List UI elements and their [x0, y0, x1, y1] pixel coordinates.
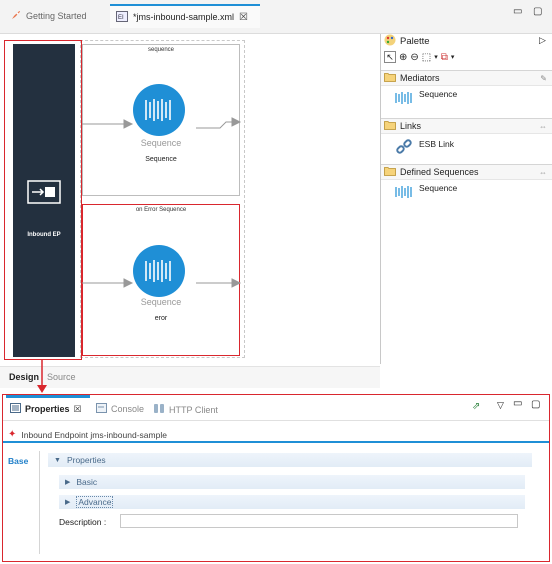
properties-title-text: Inbound Endpoint jms-inbound-sample	[21, 429, 167, 440]
section-label: Advance	[76, 496, 114, 508]
dropdown-icon[interactable]: ▾	[434, 53, 438, 61]
group-label: Properties	[66, 455, 106, 465]
section-label: Links	[400, 121, 422, 131]
zoom-out-icon[interactable]: ⊖	[410, 52, 418, 63]
section-advance[interactable]: ▶ Advance	[59, 495, 525, 509]
tab-label: HTTP Client	[169, 404, 218, 415]
maximize-icon[interactable]: ▢	[533, 6, 542, 17]
properties-group-header[interactable]: ▼ Properties	[48, 453, 532, 467]
tab-properties[interactable]: Properties ☒	[10, 403, 82, 415]
side-tab-base[interactable]: Base	[8, 456, 28, 466]
rocket-icon	[10, 10, 21, 23]
section-basic[interactable]: ▶ Basic	[59, 475, 525, 489]
item-label: Sequence	[419, 89, 458, 99]
dropdown-icon[interactable]: ▾	[451, 53, 455, 61]
tab-console[interactable]: Console	[96, 403, 144, 415]
palette-toolbar: ↖ ⊕ ⊖ ⬚ ▾ ⧉ ▾	[384, 51, 454, 63]
tab-http-client[interactable]: HTTP Client	[153, 403, 218, 416]
tab-label: Getting Started	[26, 11, 87, 21]
sequence-icon	[395, 186, 413, 200]
sequence-box-title: sequence	[147, 47, 175, 53]
inbound-endpoint-icon	[27, 180, 61, 204]
select-tool-icon[interactable]: ↖	[384, 51, 396, 63]
chevron-right-icon: ▶	[65, 499, 71, 506]
collapse-icon[interactable]: ⇔	[539, 122, 547, 131]
tab-label: *jms-inbound-sample.xml	[133, 12, 235, 22]
title-separator	[2, 441, 550, 443]
inbound-endpoint-label: Inbound EP	[27, 232, 61, 238]
section-label: Basic	[76, 477, 98, 487]
tab-label: Properties	[25, 404, 70, 414]
description-field[interactable]	[120, 514, 518, 528]
item-label: ESB Link	[419, 139, 454, 149]
tab-getting-started[interactable]: Getting Started	[4, 4, 93, 28]
maximize-icon[interactable]: ▢	[531, 399, 540, 410]
palette-section-mediators[interactable]: Mediators ✎	[381, 70, 552, 86]
palette-section-links[interactable]: Links ⇔	[381, 118, 552, 134]
connection-icon[interactable]: ⧉	[441, 52, 448, 63]
close-icon[interactable]: ☒	[239, 12, 248, 23]
minimize-icon[interactable]: ▭	[513, 6, 522, 17]
view-menu-icon[interactable]: ▽	[497, 400, 504, 411]
palette-icon	[384, 34, 396, 49]
chevron-down-icon: ▼	[54, 456, 61, 464]
folder-icon	[384, 120, 396, 132]
flow-arrows	[82, 117, 242, 288]
palette-title: Palette	[400, 36, 430, 47]
highlight-connector-arrow	[37, 359, 47, 393]
marquee-icon[interactable]: ⬚	[422, 52, 431, 63]
item-label: Sequence	[419, 183, 458, 193]
active-tab-indicator	[6, 395, 90, 398]
pin-icon[interactable]: ✎	[540, 74, 547, 83]
chevron-right-icon: ▶	[65, 479, 71, 486]
description-label: Description :	[59, 517, 107, 527]
console-icon	[96, 403, 107, 415]
properties-icon	[10, 403, 21, 415]
minimize-icon[interactable]: ▭	[513, 398, 522, 409]
properties-title: ✦ Inbound Endpoint jms-inbound-sample	[8, 429, 167, 440]
palette-item-esb-link[interactable]: ESB Link	[395, 138, 454, 158]
inbound-endpoint[interactable]: Inbound EP	[13, 44, 75, 357]
palette-panel: Palette ▷ ↖ ⊕ ⊖ ⬚ ▾ ⧉ ▾ Mediators ✎ Sequ…	[380, 34, 552, 364]
section-label: Defined Sequences	[400, 167, 479, 177]
error-sequence-name: eror	[154, 315, 168, 322]
tab-jms-inbound-sample[interactable]: EI *jms-inbound-sample.xml ☒	[110, 4, 260, 28]
collapse-icon[interactable]: ⇔	[539, 168, 547, 177]
http-client-icon	[153, 403, 165, 416]
link-icon	[395, 138, 413, 158]
svg-text:EI: EI	[118, 15, 124, 21]
folder-icon	[384, 72, 396, 84]
inbound-endpoint-icon: ✦	[8, 429, 17, 440]
zoom-in-icon[interactable]: ⊕	[399, 52, 407, 63]
side-tab-strip	[3, 451, 40, 554]
palette-section-defined-sequences[interactable]: Defined Sequences ⇔	[381, 164, 552, 180]
canvas-mode-tabs: Design Source	[0, 366, 380, 388]
properties-view-tabbar: Properties ☒ Console HTTP Client ⇗ ▽ ▭ ▢	[2, 395, 550, 421]
close-icon[interactable]: ☒	[74, 404, 82, 415]
pin-view-icon[interactable]: ⇗	[472, 401, 480, 412]
tab-source[interactable]: Source	[47, 372, 76, 382]
palette-item-sequence[interactable]: Sequence	[395, 89, 458, 106]
palette-header: Palette	[384, 34, 430, 49]
tab-label: Console	[111, 404, 145, 414]
collapse-palette-icon[interactable]: ▷	[539, 35, 546, 46]
folder-icon	[384, 166, 396, 178]
xml-file-icon: EI	[116, 10, 128, 24]
palette-item-defined-sequence[interactable]: Sequence	[395, 183, 458, 200]
sequence-icon	[395, 92, 413, 106]
section-label: Mediators	[400, 73, 440, 83]
tab-design[interactable]: Design	[9, 372, 39, 382]
editor-tab-bar: Getting Started EI *jms-inbound-sample.x…	[0, 0, 552, 34]
